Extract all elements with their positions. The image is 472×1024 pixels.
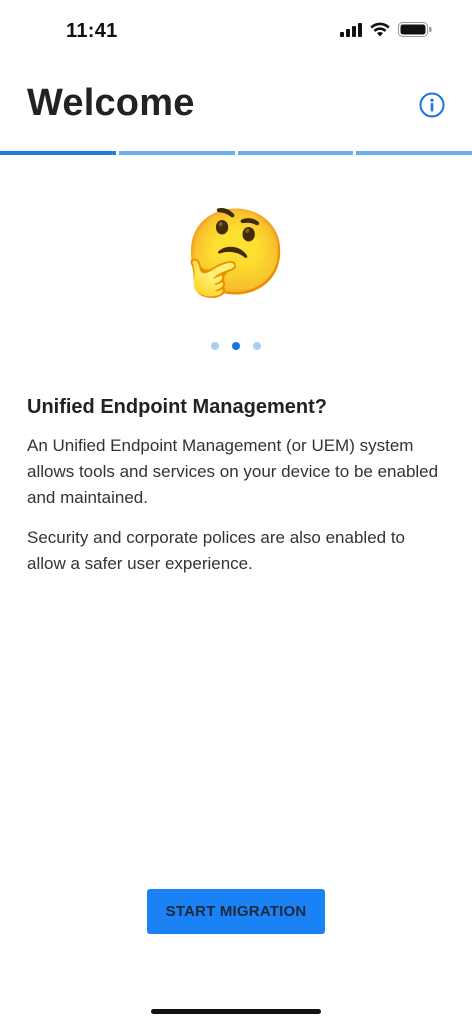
status-time: 11:41 [66,20,118,42]
pager-dot-2[interactable] [232,342,240,350]
pager-dots [0,342,472,350]
slide-paragraph: An Unified Endpoint Management (or UEM) … [27,436,439,507]
home-indicator[interactable] [151,1009,321,1014]
thinking-face-icon: 🤔 [183,205,289,299]
progress-step-4 [356,151,472,155]
pager-dot-1[interactable] [211,342,219,350]
progress-step-1 [0,151,116,155]
progress-step-2 [118,151,235,155]
status-icons [340,22,432,37]
info-icon [419,92,445,118]
pager-dot-3[interactable] [253,342,261,350]
page-title: Welcome [27,82,195,124]
cellular-signal-icon [340,22,362,37]
wifi-icon [370,22,390,37]
start-migration-button[interactable]: START MIGRATION [147,889,325,934]
slide-paragraph: Security and corporate polices are also … [27,528,406,573]
info-button[interactable] [419,92,445,118]
battery-icon [398,22,432,37]
progress-steps [0,151,472,155]
status-bar: 11:41 [0,0,472,60]
slide-heading: Unified Endpoint Management? [27,396,327,418]
header: Welcome [0,60,472,152]
slide-content: Unified Endpoint Management? An Unified … [27,396,445,591]
progress-step-3 [237,151,354,155]
